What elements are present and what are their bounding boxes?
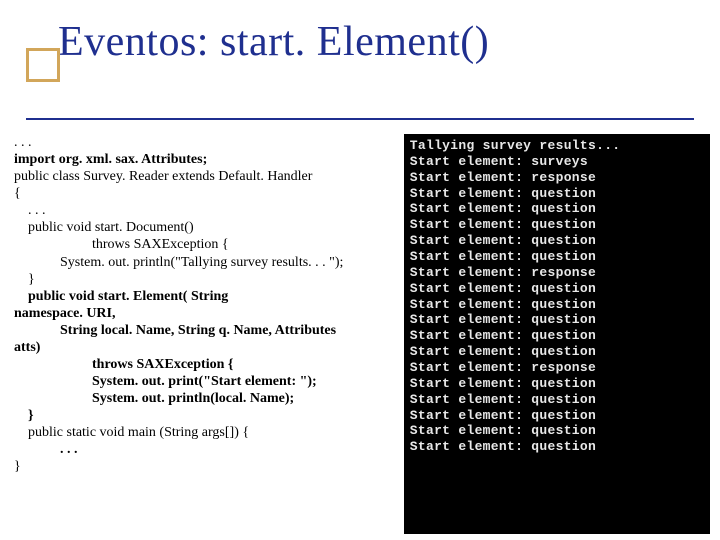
terminal-line: Start element: question — [410, 376, 704, 392]
slide-title: Eventos: start. Element() — [58, 18, 720, 66]
terminal-line: Start element: question — [410, 439, 704, 455]
code-line: System. out. print("Start element: "); — [14, 373, 398, 390]
terminal-line: Start element: response — [410, 265, 704, 281]
content-area: . . . import org. xml. sax. Attributes; … — [14, 134, 710, 534]
code-line: } — [14, 458, 398, 475]
code-block: . . . import org. xml. sax. Attributes; … — [14, 134, 398, 534]
code-line: throws SAXException { — [14, 236, 398, 253]
terminal-line: Start element: question — [410, 312, 704, 328]
code-line: { — [14, 185, 398, 202]
code-line: import org. xml. sax. Attributes; — [14, 151, 398, 168]
terminal-line: Start element: question — [410, 344, 704, 360]
code-line: public void start. Element( String — [14, 288, 398, 305]
terminal-line: Start element: question — [410, 186, 704, 202]
code-line: } — [14, 407, 398, 424]
decorative-square — [26, 48, 60, 82]
terminal-line: Start element: response — [410, 170, 704, 186]
code-line: . . . — [14, 202, 398, 219]
terminal-output: Tallying survey results... Start element… — [404, 134, 710, 534]
terminal-line: Start element: question — [410, 392, 704, 408]
code-line: } — [14, 271, 398, 288]
terminal-line: Tallying survey results... — [410, 138, 704, 154]
terminal-line: Start element: question — [410, 328, 704, 344]
title-underline — [26, 118, 694, 120]
terminal-line: Start element: question — [410, 423, 704, 439]
terminal-line: Start element: question — [410, 297, 704, 313]
terminal-line: Start element: question — [410, 408, 704, 424]
terminal-line: Start element: question — [410, 249, 704, 265]
page-number: 49 — [690, 516, 704, 532]
terminal-line: Start element: question — [410, 217, 704, 233]
code-line: public static void main (String args[]) … — [14, 424, 398, 441]
terminal-line: Start element: surveys — [410, 154, 704, 170]
code-line: System. out. println("Tallying survey re… — [14, 254, 398, 271]
code-line: namespace. URI, — [14, 305, 398, 322]
terminal-line: Start element: question — [410, 281, 704, 297]
terminal-line: Start element: question — [410, 201, 704, 217]
code-line: System. out. println(local. Name); — [14, 390, 398, 407]
code-line: throws SAXException { — [14, 356, 398, 373]
code-line: atts) — [14, 339, 398, 356]
terminal-line: Start element: response — [410, 360, 704, 376]
terminal-line: Start element: question — [410, 233, 704, 249]
code-line: public void start. Document() — [14, 219, 398, 236]
code-line: public class Survey. Reader extends Defa… — [14, 168, 398, 185]
title-area: Eventos: start. Element() — [0, 0, 720, 74]
code-line: . . . — [14, 441, 398, 458]
code-line: String local. Name, String q. Name, Attr… — [14, 322, 398, 339]
code-line: . . . — [14, 134, 398, 151]
